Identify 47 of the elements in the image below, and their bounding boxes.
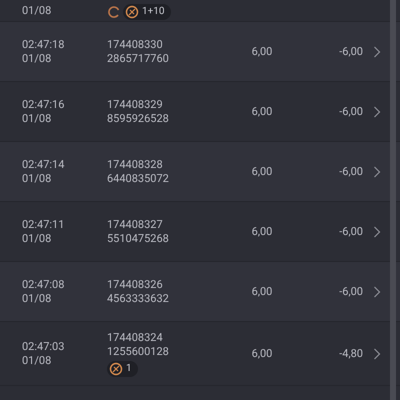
bet-reference: 1255600128 xyxy=(107,344,169,358)
stake-amount: 6,00 xyxy=(250,284,274,298)
bet-id: 174408324 xyxy=(107,330,163,344)
bet-time: 02:47:11 xyxy=(22,218,64,232)
result-amount: -6,00 xyxy=(338,284,363,298)
bet-time: 02:47:16 xyxy=(22,98,64,112)
chevron-right-icon[interactable] xyxy=(373,348,381,360)
result-amount: -6,00 xyxy=(338,104,363,118)
bet-date: 01/08 xyxy=(22,232,52,246)
chevron-right-icon[interactable] xyxy=(373,286,381,298)
bet-id: 174408328 xyxy=(107,158,163,172)
bet-date: 01/08 xyxy=(22,4,52,18)
chevron-right-icon[interactable] xyxy=(373,166,381,178)
stake-amount: 6,00 xyxy=(250,346,274,360)
refresh-icon xyxy=(107,4,121,18)
bet-reference: 6440835072 xyxy=(107,172,169,186)
bet-id: 174408326 xyxy=(107,278,163,292)
bonus-badge: 1+10 xyxy=(123,4,171,20)
bet-reference: 5510475268 xyxy=(107,232,169,246)
bet-time: 02:47:14 xyxy=(22,158,64,172)
bet-reference: 2865717760 xyxy=(107,52,169,66)
stake-amount: 6,00 xyxy=(250,164,274,178)
bet-time: 02:47:18 xyxy=(22,38,64,52)
bet-reference: 4563333632 xyxy=(107,292,169,306)
bet-id: 174408330 xyxy=(107,38,163,52)
result-amount: -6,00 xyxy=(338,44,363,58)
bet-time: 02:47:08 xyxy=(22,278,64,292)
result-amount: -6,00 xyxy=(338,164,363,178)
stake-amount: 6,00 xyxy=(250,224,274,238)
chevron-right-icon[interactable] xyxy=(373,226,381,238)
bet-reference: 8595926528 xyxy=(107,112,169,126)
bet-time: 02:47:03 xyxy=(22,340,64,354)
chevron-right-icon[interactable] xyxy=(373,106,381,118)
stake-amount: 6,00 xyxy=(250,104,274,118)
bet-date: 01/08 xyxy=(22,354,52,368)
bonus-badge: 1 xyxy=(107,360,138,376)
result-amount: -4,80 xyxy=(338,346,363,360)
bet-date: 01/08 xyxy=(22,52,52,66)
bet-date: 01/08 xyxy=(22,172,52,186)
bet-id: 174408329 xyxy=(107,98,163,112)
bet-date: 01/08 xyxy=(22,112,52,126)
result-amount: -6,00 xyxy=(338,224,363,238)
bet-id: 174408327 xyxy=(107,218,163,232)
chevron-right-icon[interactable] xyxy=(373,46,381,58)
bet-date: 01/08 xyxy=(22,292,52,306)
stake-amount: 6,00 xyxy=(250,44,274,58)
scrollbar[interactable] xyxy=(390,0,396,400)
